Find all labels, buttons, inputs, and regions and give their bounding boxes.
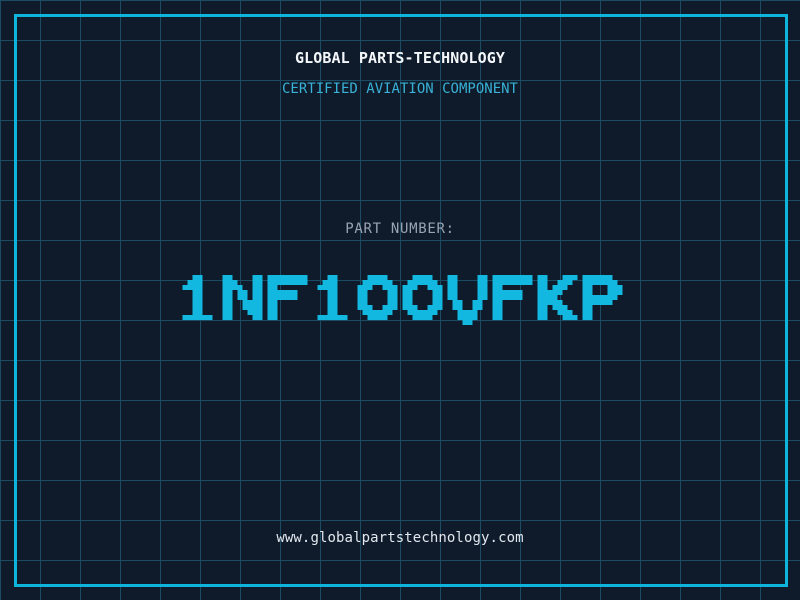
website-url: www.globalpartstechnology.com xyxy=(276,530,524,546)
part-number-value xyxy=(177,275,623,325)
certificate-card: GLOBAL PARTS-TECHNOLOGY CERTIFIED AVIATI… xyxy=(0,0,800,600)
company-title: GLOBAL PARTS-TECHNOLOGY xyxy=(294,49,505,67)
certification-subtitle: CERTIFIED AVIATION COMPONENT xyxy=(281,81,518,97)
part-number-label: PART NUMBER: xyxy=(345,221,455,237)
